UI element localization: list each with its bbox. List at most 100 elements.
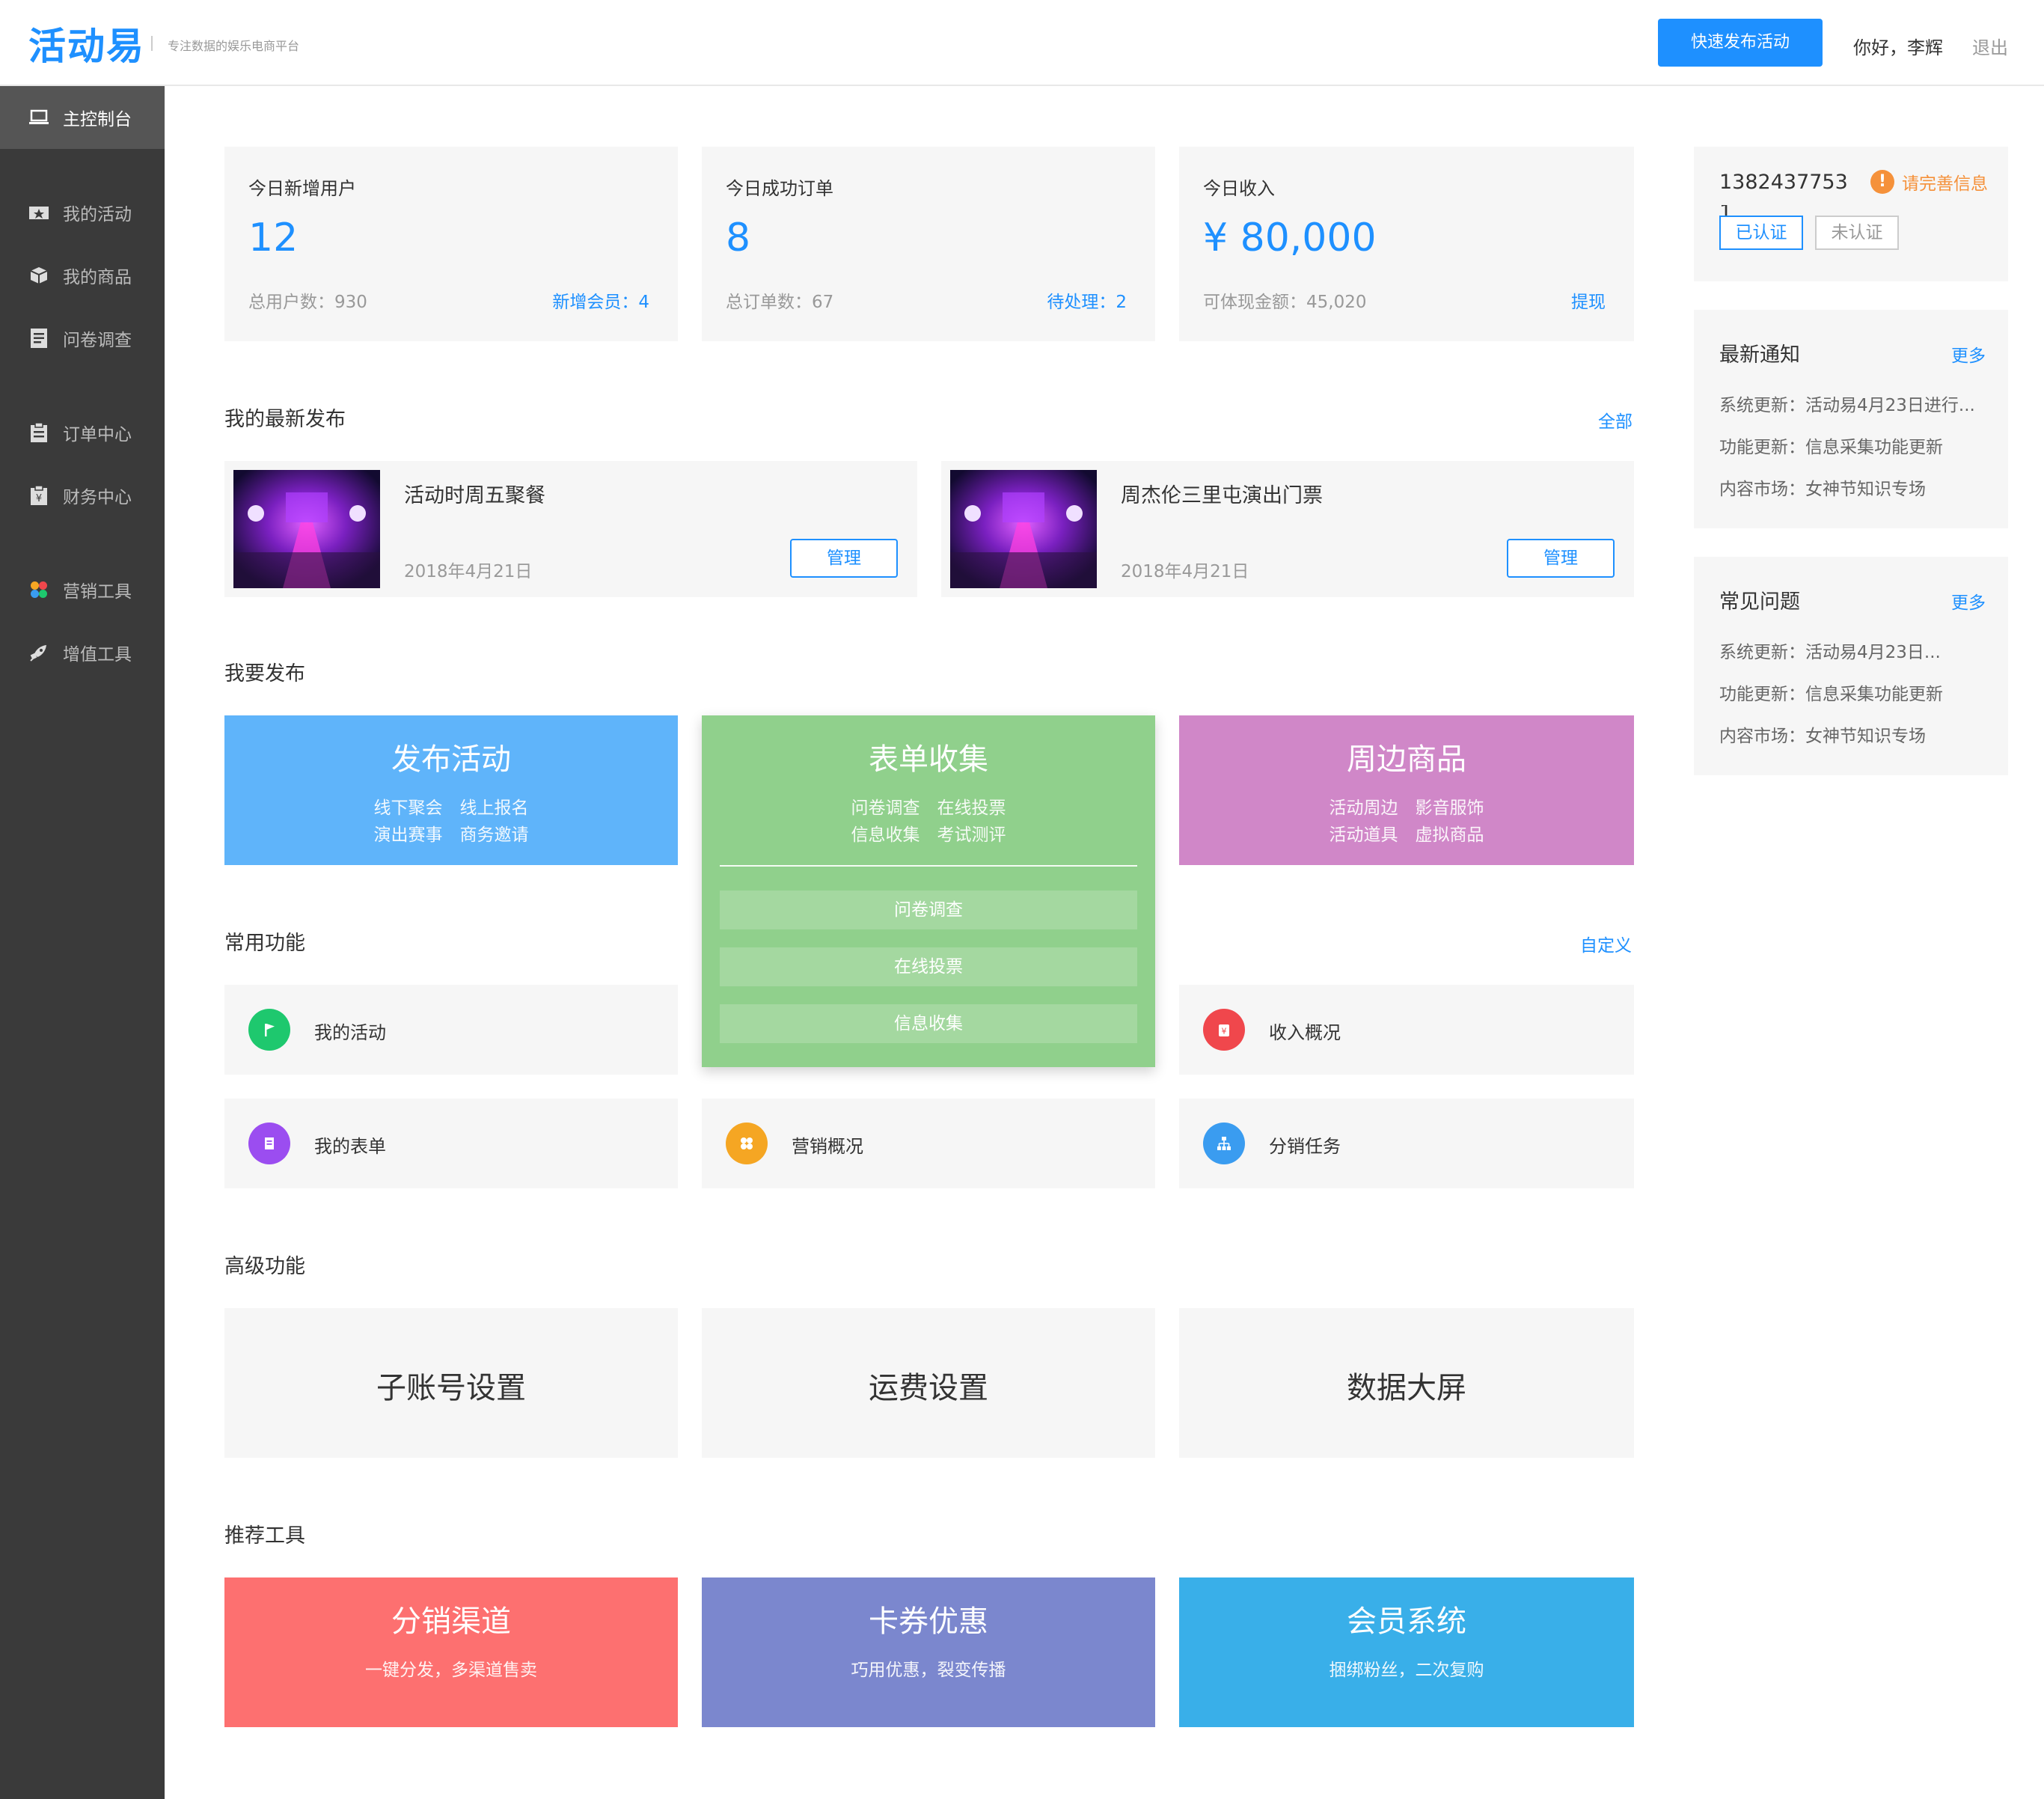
- complete-info-link[interactable]: ! 请完善信息: [1870, 169, 1988, 195]
- quick-publish-button[interactable]: 快速发布活动: [1658, 19, 1823, 67]
- clover-icon: [726, 1123, 768, 1164]
- stat-title: 今日成功订单: [726, 178, 833, 199]
- stat-title: 今日新增用户: [248, 178, 356, 199]
- func-marketing-overview[interactable]: 营销概况: [702, 1099, 1155, 1188]
- stat-card-orders: 今日成功订单 8 总订单数：67 待处理：2: [702, 147, 1155, 341]
- stat-card-new-users: 今日新增用户 12 总用户数：930 新增会员：4: [224, 147, 678, 341]
- sidebar-item-activity[interactable]: 我的活动: [0, 181, 165, 244]
- rocket-icon: [28, 642, 49, 663]
- account-phone: 1382437753: [1719, 171, 1848, 194]
- top-header: 活动易 专注数据的娱乐电商平台 快速发布活动 你好，李辉 退出: [0, 0, 2044, 86]
- adv-shipping[interactable]: 运费设置: [702, 1308, 1155, 1458]
- box-icon: [28, 265, 49, 286]
- faq-item[interactable]: 内容市场：女神节知识专场: [1719, 721, 1926, 747]
- tile-title: 发布活动: [391, 742, 511, 777]
- sidebar-item-label: 财务中心: [63, 488, 132, 507]
- sidebar-item-label: 订单中心: [63, 425, 132, 445]
- common-functions-title: 常用功能: [224, 932, 305, 955]
- all-link[interactable]: 全部: [1598, 407, 1633, 433]
- customize-link[interactable]: 自定义: [1580, 931, 1632, 956]
- faq-more-link[interactable]: 更多: [1951, 588, 1986, 614]
- notices-more-link[interactable]: 更多: [1951, 341, 1986, 367]
- sidebar-item-products[interactable]: 我的商品: [0, 244, 165, 307]
- adv-label: 数据大屏: [1347, 1371, 1466, 1405]
- tile-line: 捆绑粉丝，二次复购: [1329, 1661, 1484, 1680]
- console-icon: [28, 107, 49, 128]
- logout-link[interactable]: 退出: [1972, 33, 2008, 59]
- warning-text: 请完善信息: [1902, 174, 1988, 194]
- warning-icon: !: [1870, 170, 1894, 194]
- publish-form-tile[interactable]: 表单收集 问卷调查 在线投票 信息收集 考试测评 问卷调查 在线投票 信息收集: [702, 715, 1155, 1067]
- survey-icon: [28, 328, 49, 349]
- stat-subtext: 总用户数：930: [248, 293, 367, 312]
- new-members-link[interactable]: 新增会员：4: [552, 287, 649, 313]
- form-option-vote[interactable]: 在线投票: [720, 947, 1137, 986]
- sidebar-item-survey[interactable]: 问卷调查: [0, 307, 165, 370]
- faq-item[interactable]: 系统更新：活动易4月23日...: [1719, 638, 1941, 663]
- func-income-overview[interactable]: ¥ 收入概况: [1179, 985, 1634, 1075]
- form-icon: [248, 1123, 290, 1164]
- notice-item[interactable]: 系统更新：活动易4月23日进行...: [1719, 391, 1975, 416]
- tile-line: 活动周边 影音服饰: [1329, 798, 1484, 818]
- recommend-title: 推荐工具: [224, 1524, 305, 1548]
- notice-item[interactable]: 内容市场：女神节知识专场: [1719, 474, 1926, 500]
- tile-line: 线下聚会 线上报名: [373, 798, 529, 818]
- tool-coupons[interactable]: 卡券优惠 巧用优惠，裂变传播: [702, 1577, 1155, 1727]
- verified-badge[interactable]: 已认证: [1719, 216, 1803, 250]
- tile-line: 信息收集 考试测评: [851, 825, 1006, 845]
- publish-item[interactable]: 活动时周五聚餐 2018年4月21日 管理: [224, 461, 917, 597]
- unverified-badge[interactable]: 未认证: [1815, 216, 1899, 250]
- stat-subtext: 总订单数：67: [726, 293, 834, 312]
- withdraw-link[interactable]: 提现: [1571, 287, 1606, 313]
- tile-title: 表单收集: [869, 742, 988, 777]
- publish-item[interactable]: 周杰伦三里屯演出门票 2018年4月21日 管理: [941, 461, 1634, 597]
- publish-merch-tile[interactable]: 周边商品 活动周边 影音服饰 活动道具 虚拟商品: [1179, 715, 1634, 865]
- func-label: 分销任务: [1269, 1136, 1341, 1157]
- pending-orders-link[interactable]: 待处理：2: [1047, 287, 1127, 313]
- tool-distribution[interactable]: 分销渠道 一键分发，多渠道售卖: [224, 1577, 678, 1727]
- sidebar-item-value-added[interactable]: 增值工具: [0, 621, 165, 684]
- sidebar: 主控制台 我的活动 我的商品 问卷调查 订单中心 ¥ 财务中心 营销工具 增值工…: [0, 86, 165, 1799]
- func-my-forms[interactable]: 我的表单: [224, 1099, 678, 1188]
- adv-sub-accounts[interactable]: 子账号设置: [224, 1308, 678, 1458]
- user-greeting: 你好，李辉: [1853, 37, 1943, 58]
- manage-button[interactable]: 管理: [1507, 539, 1615, 578]
- tile-title: 会员系统: [1347, 1604, 1466, 1639]
- sidebar-item-label: 主控制台: [63, 110, 132, 129]
- hierarchy-icon: [1203, 1123, 1245, 1164]
- publish-name: 活动时周五聚餐: [404, 484, 545, 507]
- tile-title: 分销渠道: [391, 1604, 511, 1639]
- sidebar-item-marketing[interactable]: 营销工具: [0, 558, 165, 621]
- tool-membership[interactable]: 会员系统 捆绑粉丝，二次复购: [1179, 1577, 1634, 1727]
- sidebar-item-finance[interactable]: ¥ 财务中心: [0, 464, 165, 527]
- money-bag-icon: ¥: [1203, 1009, 1245, 1051]
- form-option-survey[interactable]: 问卷调查: [720, 891, 1137, 929]
- func-my-activity[interactable]: 我的活动: [224, 985, 678, 1075]
- sidebar-item-label: 我的商品: [63, 268, 132, 287]
- tile-line: 演出赛事 商务邀请: [373, 825, 529, 845]
- faq-title: 常见问题: [1719, 590, 1800, 614]
- publish-name: 周杰伦三里屯演出门票: [1121, 484, 1323, 507]
- app-logo[interactable]: 活动易: [28, 16, 145, 70]
- publish-activity-tile[interactable]: 发布活动 线下聚会 线上报名 演出赛事 商务邀请: [224, 715, 678, 865]
- finance-icon: ¥: [28, 485, 49, 506]
- func-distribution-tasks[interactable]: 分销任务: [1179, 1099, 1634, 1188]
- manage-button[interactable]: 管理: [790, 539, 898, 578]
- adv-data-screen[interactable]: 数据大屏: [1179, 1308, 1634, 1458]
- sidebar-item-orders[interactable]: 订单中心: [0, 401, 165, 464]
- stat-subtext: 可体现金额：45,020: [1203, 293, 1367, 312]
- notices-card: 最新通知 更多 系统更新：活动易4月23日进行... 功能更新：信息采集功能更新…: [1694, 310, 2008, 528]
- notice-item[interactable]: 功能更新：信息采集功能更新: [1719, 433, 1943, 458]
- stat-value: 8: [726, 216, 751, 260]
- sidebar-item-console[interactable]: 主控制台: [0, 86, 165, 149]
- tagline: 专注数据的娱乐电商平台: [168, 39, 300, 53]
- tile-line: 活动道具 虚拟商品: [1329, 825, 1484, 845]
- clipboard-icon: [28, 422, 49, 443]
- faq-item[interactable]: 功能更新：信息采集功能更新: [1719, 679, 1943, 705]
- publish-section-title: 我要发布: [224, 662, 305, 685]
- stat-card-income: 今日收入 ¥ 80,000 可体现金额：45,020 提现: [1179, 147, 1634, 341]
- faq-card: 常见问题 更多 系统更新：活动易4月23日... 功能更新：信息采集功能更新 内…: [1694, 557, 2008, 775]
- form-option-info[interactable]: 信息收集: [720, 1004, 1137, 1043]
- activity-icon: [28, 202, 49, 223]
- func-label: 我的表单: [314, 1136, 386, 1157]
